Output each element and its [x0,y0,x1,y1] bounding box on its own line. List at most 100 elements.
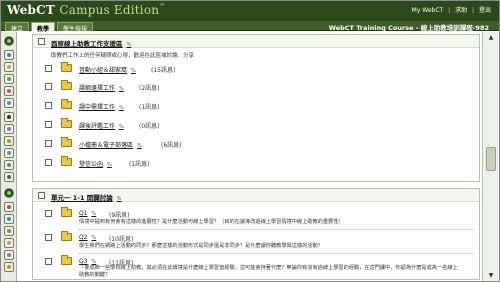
percent-icon: % [131,68,136,74]
grades-icon[interactable] [4,136,14,146]
topic-label[interactable]: Q1 [79,210,88,217]
category-header: 酉原線上助教工作支援區% [33,35,479,48]
topic-link[interactable]: Q2% [79,234,96,241]
topic-checkbox-icon[interactable] [45,210,52,217]
content-icon[interactable] [4,62,14,72]
home-icon[interactable] [4,36,14,46]
tools-home-icon[interactable] [4,188,14,198]
chat-icon[interactable] [4,98,14,108]
folder-icon [61,207,72,217]
topic-checkbox-icon[interactable] [45,102,52,109]
topic-label[interactable]: 課中需擇工作 [79,104,115,111]
scroll-down-icon[interactable]: ▼ [487,272,495,280]
files-icon[interactable] [4,214,14,224]
backup-icon[interactable] [4,262,14,272]
list-item[interactable]: 音動小組＆甜家窩% (15訊息) [33,62,479,76]
message-count: (1訊息) [129,161,150,168]
logout-link[interactable]: 登出 [479,7,491,14]
manage-icon[interactable] [4,202,14,212]
topic-checkbox-icon[interactable] [45,258,52,265]
list-item[interactable]: 發信公函% (1訊息) [33,156,479,170]
percent-icon: % [91,235,97,241]
topic-label[interactable]: 課綱邊擇工作 [79,85,115,92]
groups-icon[interactable] [4,226,14,236]
topic-link[interactable]: 小檔冊＆電子部落區% [79,140,142,149]
roster-icon[interactable] [4,148,14,158]
category-checkbox-icon[interactable] [38,38,45,45]
topic-link[interactable]: Q3% [79,258,96,265]
left-toolbar [1,32,17,281]
vertical-scrollbar[interactable]: ▲ ▼ [482,32,499,281]
category-description: 助教們工作上的任何疑問或心得，歡迎在此區域討論、分享 [51,53,195,59]
topic-checkbox-icon[interactable] [45,234,52,241]
header-bar: WebCT Campus Edition™ My WebCT | 求助 | 登出 [1,1,499,21]
mail-icon[interactable] [4,86,14,96]
category-title-text[interactable]: 酉原線上助教工作支援區 [51,40,123,48]
calendar-icon[interactable] [4,74,14,84]
help-link[interactable]: 求助 [455,7,467,14]
topic-link[interactable]: 音動小組＆甜家窩% [79,65,136,74]
message-count: (15訊息) [151,67,176,74]
tab-build[interactable]: 建立 [5,22,30,33]
list-item[interactable]: Q2% (10訊息) 學生我們在網路上活動的同步？那麼這樣的活動形式是同步還是非… [33,231,479,253]
list-item[interactable]: 課後評鑑工作% (0訊息) [33,118,479,132]
scroll-up-icon[interactable]: ▲ [487,34,495,42]
topic-checkbox-icon[interactable] [45,140,52,147]
topic-checkbox-icon[interactable] [45,159,52,166]
topic-checkbox-icon[interactable] [45,83,52,90]
list-item[interactable]: 小檔冊＆電子部落區% (6訊息) [33,137,479,151]
category-title-text[interactable]: 單元一 1-1 開闢討論 [51,194,113,202]
percent-icon: % [126,42,132,48]
topic-label[interactable]: 音動小組＆甜家窩 [79,67,127,74]
percent-icon: % [119,105,124,111]
percent-icon: % [91,211,97,217]
topic-link[interactable]: 發信公函% [79,159,112,168]
message-count: (1訊息) [139,104,160,111]
folder-icon [61,255,72,265]
topic-label[interactable]: Q2 [79,234,88,241]
my-webct-link[interactable]: My WebCT [412,7,444,14]
topic-label[interactable]: 課後評鑑工作 [79,123,115,130]
topic-link[interactable]: 課綱邊擇工作% [79,83,124,92]
scroll-thumb[interactable] [486,147,496,171]
category-checkbox-icon[interactable] [38,192,45,199]
reports-icon[interactable] [4,238,14,248]
tab-bar: 建立 教學 學生檢視 WebCT Training Course - 線上助教培… [1,21,499,33]
topic-label[interactable]: 小檔冊＆電子部落區 [79,142,133,149]
topic-link[interactable]: 課後評鑑工作% [79,121,124,130]
topic-checkbox-icon[interactable] [45,65,52,72]
designer-icon[interactable] [4,250,14,260]
topic-description: 學生我們在網路上活動的同步？那麼這樣的活動形式是同步還是非同步？是什麼讓你聽教學… [79,243,323,249]
logo-edition: Campus Edition [59,3,160,17]
folder-icon [61,118,72,128]
tracking-icon[interactable] [4,160,14,170]
folder-icon [61,62,72,72]
list-item[interactable]: 課中需擇工作% (1訊息) [33,99,479,113]
message-count: (0訊息) [139,123,160,130]
topic-link[interactable]: Q1% [79,210,96,217]
category-header: 單元一 1-1 開闢討論% [33,189,479,202]
list-item[interactable]: Q1% (9訊息) 情境中提到有何會有這樣的進展性？是什麼活動可線上學習？（目的… [33,207,479,229]
divider [79,253,473,254]
category-title[interactable]: 單元一 1-1 開闢討論% [51,192,122,202]
search-icon[interactable] [4,50,14,60]
folder-icon [61,137,72,147]
browser-frame: WebCT Campus Edition™ My WebCT | 求助 | 登出… [0,0,500,282]
settings-icon[interactable] [4,172,14,182]
top-links: My WebCT | 求助 | 登出 [411,7,491,14]
topic-label[interactable]: 發信公函 [79,161,103,168]
discussion-category-unit1: 單元一 1-1 開闢討論% Q1% (9訊息) 情境中提到有何會有這樣的進展性？… [32,188,480,280]
tab-student-view[interactable]: 學生檢視 [57,22,94,33]
tab-teach[interactable]: 教學 [31,22,56,33]
assessment-icon[interactable] [4,124,14,134]
topic-label[interactable]: Q3 [79,258,88,265]
category-title[interactable]: 酉原線上助教工作支援區% [51,38,131,48]
topic-checkbox-icon[interactable] [45,121,52,128]
topic-link[interactable]: 課中需擇工作% [79,102,124,111]
discussion-icon[interactable] [4,112,14,122]
list-item[interactable]: 課綱邊擇工作% (2訊息) [33,80,479,94]
list-item[interactable]: Q3% (11訊息) 「要成西一些學校線上助教，其必須在此環境是什麼線上學習曾經… [33,255,479,279]
topic-description: 情境中提到有何會有這樣的進展性？是什麼活動可線上學習？（目的在讓導改過線上學習情… [79,219,344,225]
course-title: WebCT Training Course - 線上助教培訓課程-982 [328,24,489,32]
message-count: (2訊息) [139,85,160,92]
